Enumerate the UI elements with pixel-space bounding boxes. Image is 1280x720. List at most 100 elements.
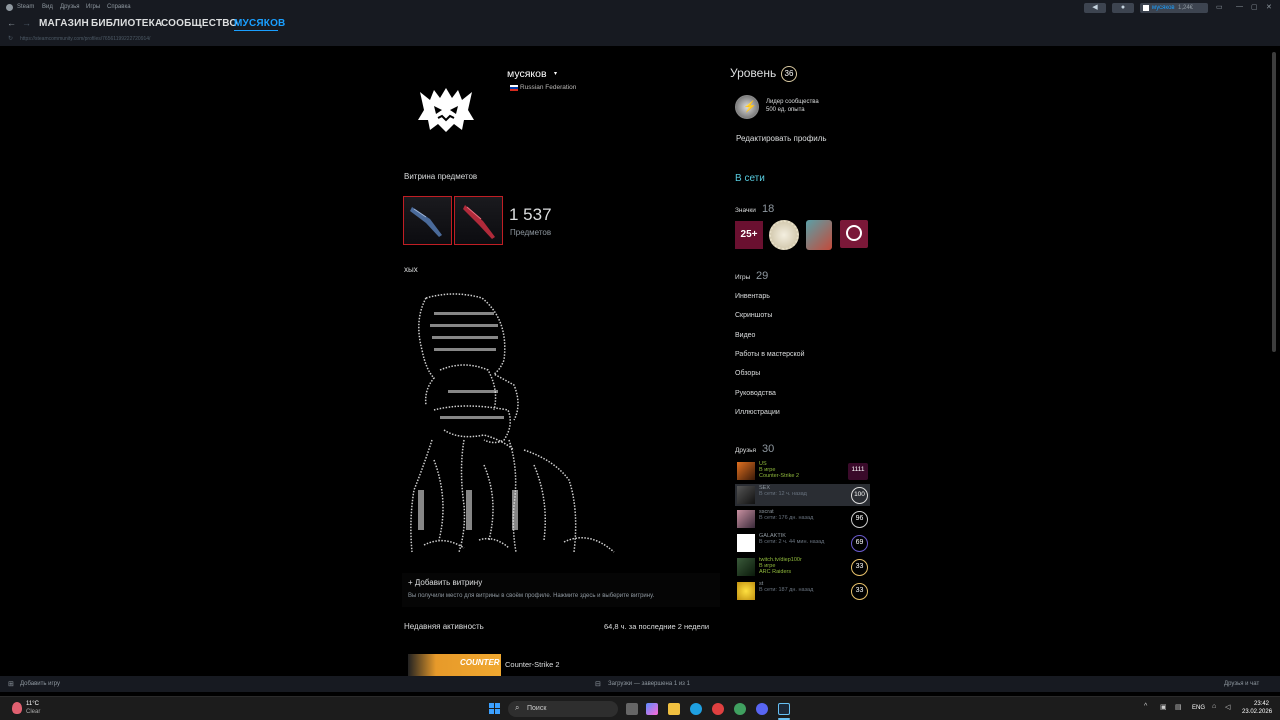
- friend-status: В сети: 2 ч. 44 мин. назад: [759, 539, 825, 545]
- game-banner-text: COUNTER: [460, 658, 500, 667]
- discord-icon[interactable]: [756, 703, 768, 715]
- friend-item[interactable]: twitch.tv/diep100r В игре ARC Raiders 33: [735, 556, 870, 578]
- badges-count: 18: [762, 203, 775, 215]
- friend-item[interactable]: st В сети: 187 дн. назад 33: [735, 580, 870, 602]
- friend-item[interactable]: sscrat В сети: 176 дн. назад 96: [735, 508, 870, 530]
- add-game-button[interactable]: Добавить игру: [20, 681, 60, 687]
- search-input[interactable]: ⌕ Поиск: [508, 701, 618, 717]
- big-picture-icon[interactable]: ▭: [1216, 3, 1223, 11]
- game-banner[interactable]: COUNTER: [408, 654, 501, 676]
- seal-badge-icon[interactable]: [769, 220, 799, 250]
- friend-level: 69: [851, 535, 868, 552]
- friend-status: В сети: 187 дн. назад: [759, 587, 814, 593]
- close-icon[interactable]: ✕: [1266, 3, 1272, 11]
- account-menu-button[interactable]: мусяков 1,24€: [1140, 3, 1208, 13]
- task-view-icon[interactable]: [626, 703, 638, 715]
- game-badge-icon[interactable]: [806, 220, 832, 250]
- menu-friends[interactable]: Друзья: [60, 4, 79, 10]
- copilot-icon[interactable]: [646, 703, 658, 715]
- link-artwork[interactable]: Иллюстрации: [735, 409, 780, 416]
- maximize-icon[interactable]: ▢: [1251, 3, 1258, 11]
- friend-game: ARC Raiders: [759, 569, 792, 575]
- link-reviews[interactable]: Обзоры: [735, 370, 760, 377]
- nav-library[interactable]: БИБЛИОТЕКА: [91, 18, 162, 29]
- nav-community[interactable]: СООБЩЕСТВО: [161, 18, 237, 29]
- menu-help[interactable]: Справка: [107, 4, 131, 10]
- items-count-label: Предметов: [510, 228, 552, 237]
- nav-store[interactable]: МАГАЗИН: [39, 18, 89, 29]
- language-indicator[interactable]: ENG: [1192, 705, 1205, 711]
- forward-arrow-icon[interactable]: →: [22, 18, 31, 28]
- search-placeholder: Поиск: [527, 705, 547, 712]
- weather-icon: [12, 702, 22, 714]
- back-arrow-icon[interactable]: ←: [7, 18, 16, 28]
- friend-item[interactable]: US В игре Counter-Strike 2 1111: [735, 460, 870, 482]
- level-badge[interactable]: 36: [781, 66, 797, 82]
- recent-game-name[interactable]: Counter-Strike 2: [505, 660, 560, 669]
- featured-badge-xp: 500 ед. опыта: [766, 107, 805, 113]
- chevron-down-icon[interactable]: ▾: [554, 70, 557, 77]
- add-showcase-button[interactable]: + Добавить витрину: [408, 578, 482, 587]
- windows-taskbar: 11°C Clear ⌕ Поиск ^ ▣ ▤ ENG ⌂ ◁ 23:42 2…: [0, 696, 1280, 720]
- friend-level: 100: [851, 487, 868, 504]
- clock-time[interactable]: 23:42: [1254, 701, 1269, 707]
- friends-label[interactable]: Друзья: [735, 447, 756, 454]
- years-of-service-badge[interactable]: 25+: [735, 221, 763, 249]
- community-leader-badge-icon[interactable]: ⚡: [735, 95, 759, 119]
- profile-avatar[interactable]: [406, 70, 486, 150]
- downloads-status[interactable]: Загрузки — завершена 1 из 1: [608, 681, 690, 687]
- windows-start-icon[interactable]: [489, 703, 501, 715]
- friends-count: 30: [762, 443, 775, 455]
- tray-app-icon[interactable]: ▣: [1160, 703, 1167, 711]
- menu-games[interactable]: Игры: [86, 4, 100, 10]
- steam-logo-icon: [6, 4, 13, 11]
- edge-icon[interactable]: [690, 703, 702, 715]
- notifications-button[interactable]: ●: [1112, 3, 1134, 13]
- link-workshop[interactable]: Работы в мастерской: [735, 351, 805, 358]
- avatar: [1143, 5, 1149, 11]
- profile-name[interactable]: мусяков: [507, 68, 547, 80]
- minimize-icon[interactable]: —: [1236, 3, 1243, 10]
- search-icon: ⌕: [515, 703, 520, 712]
- bell-icon: ●: [1120, 4, 1126, 11]
- wallet-balance: 1,24€: [1178, 5, 1194, 11]
- showcase-title: Витрина предметов: [404, 172, 478, 181]
- tray-overflow-icon[interactable]: ^: [1144, 703, 1147, 710]
- games-label[interactable]: Игры: [735, 274, 750, 281]
- friend-item[interactable]: SEX В сети: 12 ч. назад 100: [735, 484, 870, 506]
- app-icon[interactable]: [734, 703, 746, 715]
- file-explorer-icon[interactable]: [668, 703, 680, 715]
- edit-profile-link[interactable]: Редактировать профиль: [736, 134, 827, 143]
- link-guides[interactable]: Руководства: [735, 390, 776, 397]
- announcements-button[interactable]: ◀: [1084, 3, 1106, 13]
- link-videos[interactable]: Видео: [735, 332, 755, 339]
- url-bar: ↻ https://steamcommunity.com/profiles/76…: [0, 32, 1280, 46]
- add-showcase-panel[interactable]: + Добавить витрину Вы получили место для…: [402, 573, 720, 607]
- avatar: [737, 510, 755, 528]
- link-screenshots[interactable]: Скриншоты: [735, 312, 772, 319]
- volume-icon[interactable]: ◁: [1225, 703, 1230, 711]
- nav-profile[interactable]: МУСЯКОВ: [234, 18, 285, 29]
- weather-temp[interactable]: 11°C: [26, 701, 39, 707]
- showcase-item-1[interactable]: [403, 196, 452, 245]
- games-count: 29: [756, 270, 769, 282]
- menu-view[interactable]: Вид: [42, 4, 53, 10]
- badges-label[interactable]: Значки: [735, 207, 756, 214]
- friend-level: 1111: [848, 463, 868, 480]
- network-icon[interactable]: ⌂: [1212, 703, 1216, 710]
- scrollbar-thumb[interactable]: [1272, 52, 1276, 352]
- friends-chat-button[interactable]: Друзья и чат: [1224, 681, 1259, 687]
- steam-taskbar-icon[interactable]: [778, 703, 790, 715]
- weather-desc: Clear: [26, 709, 41, 715]
- showcase-item-2[interactable]: [454, 196, 503, 245]
- steam-award-badge-icon[interactable]: [840, 220, 868, 248]
- app-menu-steam[interactable]: Steam: [17, 4, 34, 10]
- friend-item[interactable]: GALAKTIK В сети: 2 ч. 44 мин. назад 69: [735, 532, 870, 554]
- clock-date[interactable]: 23.02.2026: [1242, 709, 1272, 715]
- refresh-icon[interactable]: ↻: [8, 35, 13, 42]
- avatar: [737, 558, 755, 576]
- page-url[interactable]: https://steamcommunity.com/profiles/7656…: [20, 36, 150, 42]
- link-inventory[interactable]: Инвентарь: [735, 293, 770, 300]
- tray-app-icon[interactable]: ▤: [1175, 703, 1182, 711]
- chrome-icon[interactable]: [712, 703, 724, 715]
